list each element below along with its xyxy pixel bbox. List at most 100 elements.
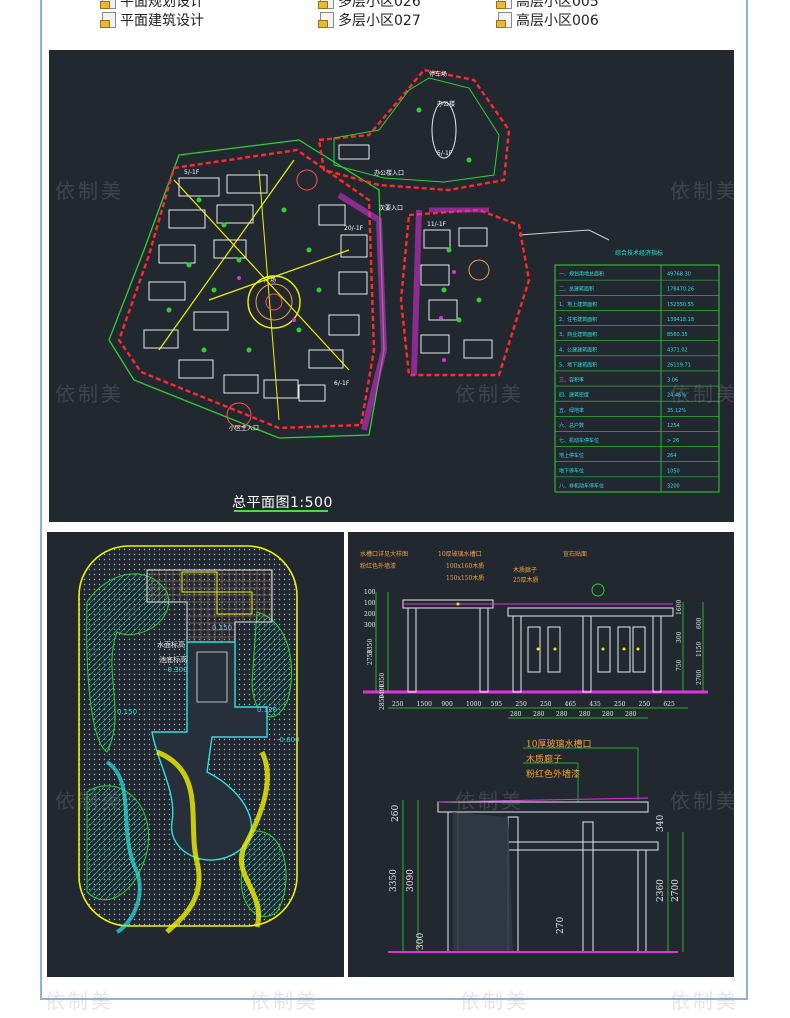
file-item[interactable]: 高层小区006 <box>496 9 599 31</box>
tech-table-value: > 26 <box>667 438 679 444</box>
elev-note-1: 水槽口详见大样图 <box>360 550 408 558</box>
tech-table-title: 综合技术经济指标 <box>615 249 663 257</box>
dim-text: 200 <box>364 611 376 618</box>
dim-text: 2700 <box>671 879 681 902</box>
tech-table: 综合技术经济指标 一、规划用地总面积 49768.30 二、总建筑面积 178470.… <box>554 249 720 493</box>
dim-text: 340 <box>656 815 666 832</box>
garden-water-level: 水面标高 <box>157 640 185 649</box>
tech-table-label: 1、地上建筑面积 <box>559 301 597 308</box>
label-entrance-side: 次要入口 <box>379 204 403 212</box>
garden-elev-a: 0.150 <box>212 624 232 632</box>
watermark: 依制美 <box>670 989 739 1013</box>
tech-table-value: 8560.35 <box>667 332 688 338</box>
dim-text: 100 <box>364 600 376 607</box>
watermark: 依制美 <box>55 382 124 406</box>
garden-elev-c: -0.600 <box>277 736 300 744</box>
file-item[interactable]: 多层小区027 <box>318 9 421 31</box>
tech-table-value: 49768.30 <box>667 272 691 278</box>
label-bldg-a: 5/-1F <box>184 169 200 176</box>
label-office: 办公楼 <box>437 100 455 108</box>
elev-note-7: 150x150木质 <box>446 574 484 582</box>
elev-note-8: 25厚木质 <box>513 576 539 584</box>
tech-table-value: 1254 <box>667 423 680 429</box>
elev-note-4: 宣石贴面 <box>563 550 587 558</box>
dim-text: 600 <box>696 617 703 629</box>
dim-text: 270 <box>556 917 566 934</box>
dim-text: 3090 <box>406 869 416 892</box>
dim-text: 300 <box>416 933 426 950</box>
watermark: 依制美 <box>55 179 124 203</box>
watermark: 依制美 <box>670 382 739 406</box>
file-icon <box>100 12 116 28</box>
elev-note-5: 粉红色外墙漆 <box>360 562 396 570</box>
dim-text: 625 <box>663 701 675 708</box>
dim-text: 300 <box>676 631 683 643</box>
dim-text: 2700 <box>696 670 703 685</box>
tech-table-label: 三、容积率 <box>559 377 584 384</box>
tech-table-label: 六、总户数 <box>559 422 584 429</box>
dim-text: 280 <box>510 711 522 718</box>
dim-text: 2750 <box>367 650 374 665</box>
elev-note-6: 100x160木质 <box>446 562 484 570</box>
elev-note-3: 木质廊子 <box>513 566 537 574</box>
tech-table-label: 3、商业建筑面积 <box>559 331 597 338</box>
dim-text: 750 <box>676 659 683 671</box>
tech-table-value: 35.12% <box>667 408 686 414</box>
watermark: 依制美 <box>250 989 319 1013</box>
label-entrance-office: 办公楼入口 <box>374 169 404 177</box>
dim-text: 280 <box>533 711 545 718</box>
label-office-floors: 5/-1F <box>437 150 453 157</box>
label-car-park: 停车场 <box>429 70 447 78</box>
tech-table-label: 4、公建建筑面积 <box>559 346 597 353</box>
dim-text: 2360 <box>656 879 666 902</box>
dim-text: 300 <box>364 622 376 629</box>
dim-text: 280 <box>625 711 637 718</box>
dim-text: 1500 <box>417 701 432 708</box>
plan-caption: 总平面图1:500 <box>232 495 333 511</box>
dim-text: 595 <box>491 701 503 708</box>
dim-text: 280 <box>579 711 591 718</box>
dim-text: 250 <box>515 701 527 708</box>
tech-table-value: 1050 <box>667 468 680 474</box>
label-bldg-d: 20/-1F <box>344 225 364 232</box>
file-name: 多层小区027 <box>338 13 421 29</box>
file-list: 平面规划设计 多层小区026 高层小区005 平面建筑设计 多层小区027 高层… <box>0 0 790 40</box>
watermark: 依制美 <box>55 789 124 813</box>
tech-table-label: 四、建筑密度 <box>559 392 589 399</box>
dim-text: 900 <box>441 701 453 708</box>
tech-table-label: 二、总建筑面积 <box>559 286 594 293</box>
garden-plan-panel: 水面标高 池底标高 0.150 -0.300 -0.600 0.120 0.15… <box>47 532 344 977</box>
tech-table-label: 2、住宅建筑面积 <box>559 316 597 323</box>
dim-text: 250 <box>540 701 552 708</box>
label-bldg-c: 11/-1F <box>427 221 447 228</box>
tech-table-value: 178470.26 <box>667 287 694 293</box>
dim-text: 280 <box>556 711 568 718</box>
garden-plan-drawing: 水面标高 池底标高 0.150 -0.300 -0.600 0.120 0.15… <box>78 545 300 934</box>
watermark: 依制美 <box>455 382 524 406</box>
dim-text: 280 <box>602 711 614 718</box>
label-bldg-b: 6/-1F <box>334 380 350 387</box>
dim-text: 1600 <box>676 600 683 615</box>
file-item[interactable]: 平面建筑设计 <box>100 9 204 31</box>
file-name: 平面建筑设计 <box>120 13 204 29</box>
dim-text: 100 <box>364 589 376 596</box>
tech-table-value: 3200 <box>667 483 680 489</box>
dim-text: 250 <box>639 701 651 708</box>
dim-text: 260 <box>391 805 401 822</box>
site-plan-panel: 停车场 办公楼 5/-1F 办公楼入口 小区主入口 次要入口 广场 5/-1F … <box>49 50 734 522</box>
caption-underline <box>234 510 328 512</box>
section-note-3: 粉红色外墙漆 <box>526 768 580 780</box>
dim-text: 3350 <box>389 869 399 892</box>
garden-elev-e: 0.150 <box>117 708 137 716</box>
label-entrance-south: 小区主入口 <box>229 424 259 432</box>
dim-text: 1150 <box>696 642 703 657</box>
tech-table-label: 5、地下建筑面积 <box>559 361 597 368</box>
dim-text: 250 <box>392 701 404 708</box>
file-icon <box>496 0 512 9</box>
file-icon <box>100 0 116 9</box>
dim-text: 465 <box>565 701 577 708</box>
file-icon <box>318 12 334 28</box>
dim-text: 1000 <box>466 701 481 708</box>
watermark: 依制美 <box>45 989 114 1013</box>
garden-pool-bottom: 池底标高 <box>159 655 187 664</box>
